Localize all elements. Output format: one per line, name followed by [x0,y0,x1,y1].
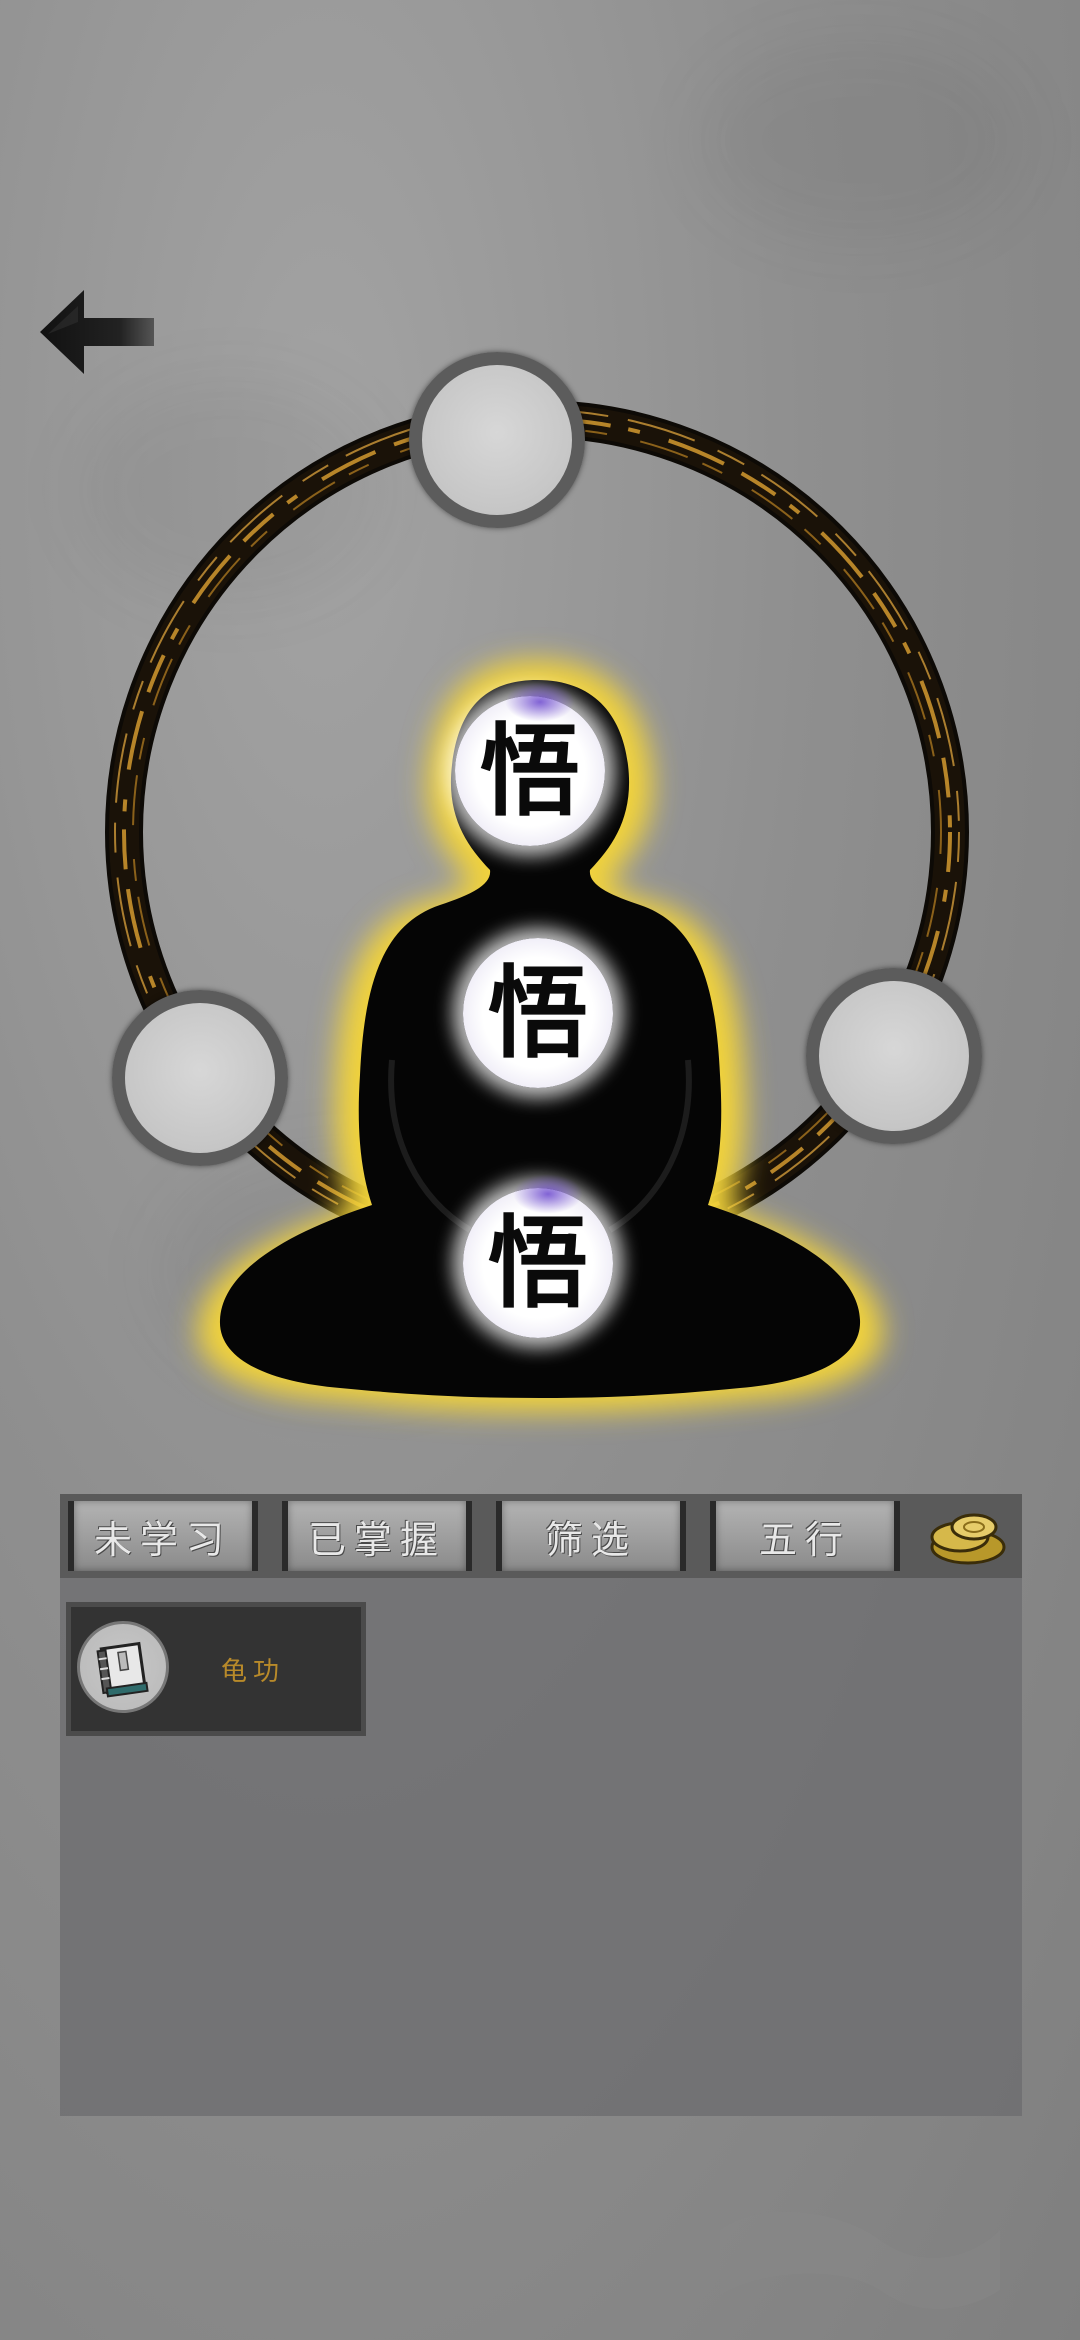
skill-card[interactable]: 龟功 [66,1602,366,1736]
gold-coins-icon [930,1513,1006,1565]
tab-label: 筛选 [544,1517,637,1562]
meridian-slot-top[interactable] [409,352,585,528]
meridian-slot-left[interactable] [112,990,288,1166]
meridian-orb-dantian[interactable]: 悟 [463,1174,613,1338]
book-icon [77,1621,169,1713]
tab-label: 未学习 [93,1517,232,1562]
tab-label: 五行 [758,1517,851,1562]
gold-coins-button[interactable] [924,1501,1008,1571]
scroll-decoration [720,2211,1000,2309]
tab-unlearned[interactable]: 未学习 [68,1501,258,1571]
skill-panel: 未学习 已掌握 筛选 五行 龟功 [60,1494,1022,2116]
orb-character: 悟 [488,1204,588,1322]
tab-filter[interactable]: 筛选 [496,1501,686,1571]
tab-mastered[interactable]: 已掌握 [282,1501,472,1571]
meridian-orb-chest[interactable]: 悟 [463,938,613,1088]
orb-character: 悟 [488,954,588,1072]
meridian-orb-head[interactable]: 悟 [455,682,605,846]
skill-name: 龟功 [221,1657,286,1687]
game-screen: { "header": { "back_icon": "back-arrow-i… [0,0,1080,2340]
tab-five-elements[interactable]: 五行 [710,1501,900,1571]
meridian-slot-right[interactable] [806,968,982,1144]
tab-label: 已掌握 [307,1517,446,1562]
orb-character: 悟 [480,712,580,830]
tab-bar: 未学习 已掌握 筛选 五行 [60,1494,1022,1578]
